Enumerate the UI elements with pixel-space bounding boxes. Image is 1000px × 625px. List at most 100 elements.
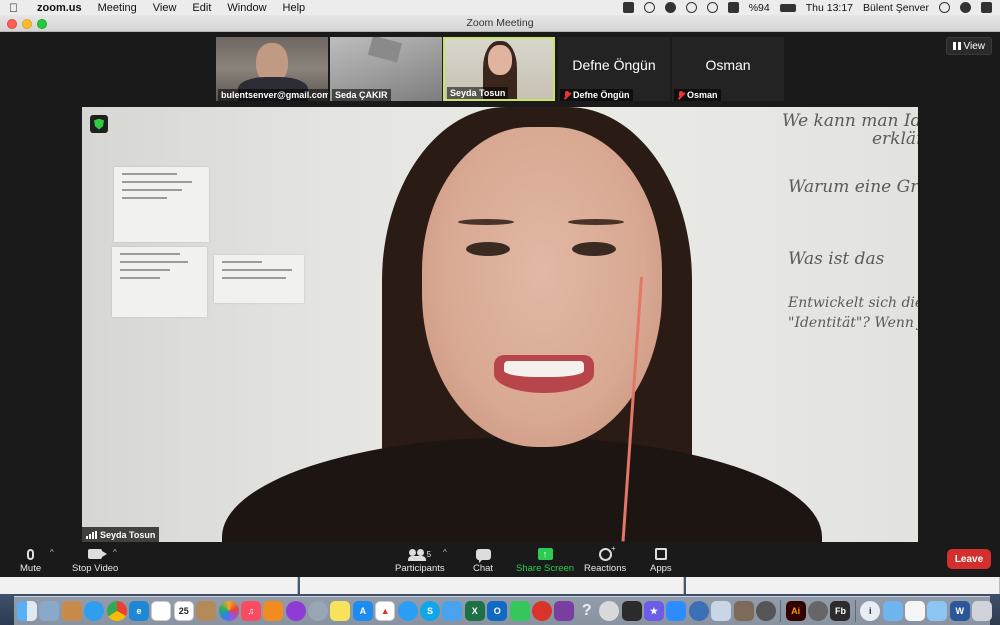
mute-button[interactable]: Mute [20,545,41,574]
doc-icon[interactable] [905,601,926,621]
photos-icon[interactable] [218,601,239,621]
participant-thumbnail[interactable]: Defne Öngün Defne Öngün [558,37,670,101]
window-minimize-button[interactable] [22,19,32,29]
speaker-brow [568,219,624,225]
audio-options-chevron-icon[interactable]: ^ [50,548,54,557]
menubar-clock[interactable]: Thu 13:17 [806,2,853,14]
reactions-button[interactable]: Reactions [584,544,626,575]
books-icon[interactable] [263,601,284,621]
siri-icon[interactable] [960,2,971,13]
folder2-icon[interactable] [882,601,903,621]
messenger-icon[interactable] [397,601,418,621]
finder2-icon[interactable]: i [860,601,881,621]
illustrator-icon[interactable]: Ai [785,601,806,621]
preview2-icon[interactable] [711,601,732,621]
volume-icon[interactable] [727,2,739,13]
rocket-icon[interactable] [308,601,329,621]
speaker-eye [466,242,510,256]
video-options-chevron-icon[interactable]: ^ [113,548,117,557]
skype-icon[interactable]: S [420,601,441,621]
disk-icon[interactable] [599,601,620,621]
battery-percent[interactable]: %94 [749,2,770,14]
share-screen-button[interactable]: ↑ Share Screen [516,545,574,574]
spotlight-search-icon[interactable] [939,2,950,13]
participant-count: 5 [426,549,432,559]
chrome-icon[interactable] [106,601,127,621]
bluetooth-status-icon[interactable] [685,2,697,13]
mic-muted-icon [677,90,685,100]
menu-meeting[interactable]: Meeting [98,2,137,14]
window-close-button[interactable] [7,19,17,29]
ie-icon[interactable]: e [128,601,149,621]
whiteboard-writing: Was ist das [788,249,885,269]
zoom-status-icon[interactable] [622,2,634,13]
participant-thumbnail-active-speaker[interactable]: Seyda Tosun [443,37,555,101]
apple-menu-icon[interactable]:  [9,1,23,15]
outlook-icon[interactable]: O [487,601,508,621]
stickies-icon[interactable] [330,601,351,621]
mail-icon[interactable] [442,601,463,621]
wifi-icon[interactable] [706,2,718,13]
help-icon[interactable]: ? [577,601,597,621]
speaker-body [222,437,822,542]
pdf-icon[interactable] [531,601,552,621]
participant-thumbnail[interactable]: Seda ÇAKIR [330,37,442,101]
search-icon[interactable] [688,601,709,621]
control-center-icon[interactable] [981,2,992,13]
window-maximize-button[interactable] [37,19,47,29]
background-window[interactable] [300,577,684,594]
preview-icon[interactable] [39,601,60,621]
acrobat-icon[interactable]: ▲ [375,601,396,621]
contacts-icon[interactable] [196,601,217,621]
stop-video-button[interactable]: Stop Video [72,545,118,574]
menu-view[interactable]: View [153,2,177,14]
whiteboard-writing: Warum eine Gruppe [788,177,918,197]
meeting-toolbar: Mute ^ Stop Video ^ 5 Participants ^ Cha… [0,542,1000,577]
menu-window[interactable]: Window [227,2,266,14]
podcasts-icon[interactable] [285,601,306,621]
excel-icon[interactable]: X [464,601,485,621]
view-button[interactable]: View [945,37,992,55]
participants-button[interactable]: 5 Participants [395,545,445,574]
menu-edit[interactable]: Edit [192,2,211,14]
facebook-icon[interactable]: Fb [830,601,851,621]
battery-icon[interactable] [779,3,796,12]
trash-icon[interactable] [972,601,993,621]
apps-icon [654,548,667,560]
screenshot-icon[interactable] [927,601,948,621]
participants-options-chevron-icon[interactable]: ^ [443,548,447,557]
alfred-icon[interactable] [755,601,776,621]
menu-help[interactable]: Help [283,2,306,14]
zoom-icon[interactable] [666,601,687,621]
participant-thumbnail[interactable]: Osman Osman [672,37,784,101]
word-icon[interactable]: W [949,601,970,621]
safari-icon[interactable] [84,601,105,621]
onenote-icon[interactable] [554,601,575,621]
trash-like-icon[interactable] [733,601,754,621]
menu-app-name[interactable]: zoom.us [37,2,82,14]
calendar-icon[interactable]: 25 [173,601,194,621]
quicktime-icon[interactable] [808,601,829,621]
music-icon[interactable]: ♫ [240,601,261,621]
finder-icon[interactable] [17,601,37,621]
appstore-icon[interactable]: A [352,601,373,621]
participant-thumbnail[interactable]: bulentsenver@gmail.com [216,37,328,101]
video-camera-icon [88,549,108,559]
main-speaker-video[interactable]: We kann man Identität erklären Warum ein… [82,107,918,542]
notes-icon[interactable] [151,601,172,621]
background-window[interactable] [686,577,1000,594]
folder-icon[interactable] [61,601,82,621]
sync-status-icon[interactable] [664,2,676,13]
terminal-icon[interactable] [621,601,642,621]
apps-button[interactable]: Apps [650,545,672,574]
menubar-user[interactable]: Bülent Şenver [863,2,929,14]
chat-button[interactable]: Chat [473,545,493,574]
security-shield-icon[interactable] [90,115,108,133]
background-window[interactable] [0,577,298,594]
chat-icon [475,548,491,563]
imovie-icon[interactable]: ★ [643,601,664,621]
leave-button[interactable]: Leave [947,549,991,569]
menubar-status-area: %94 Thu 13:17 Bülent Şenver [622,0,992,15]
facetime-icon[interactable] [509,601,530,621]
info-status-icon[interactable] [643,2,655,13]
